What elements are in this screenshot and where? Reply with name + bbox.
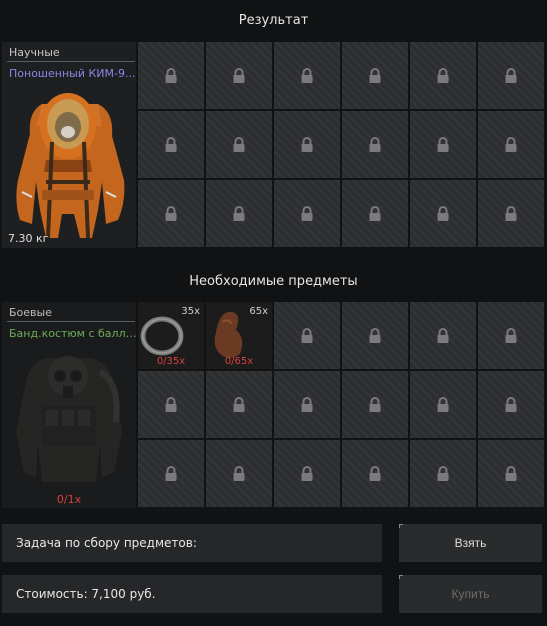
locked-slot [410, 440, 476, 507]
lock-icon [368, 67, 382, 84]
lock-icon [232, 136, 246, 153]
lock-icon [504, 205, 518, 222]
required-component-slot[interactable]: 65x 0/65x [206, 302, 272, 369]
locked-slot [274, 111, 340, 178]
locked-slot [478, 302, 544, 369]
locked-slot [274, 440, 340, 507]
lock-icon [436, 205, 450, 222]
cost-label: Стоимость: 7,100 руб. [16, 587, 156, 601]
locked-slot [206, 111, 272, 178]
component-have-count: 0/35x [156, 356, 186, 367]
lock-icon [368, 396, 382, 413]
lock-icon [300, 136, 314, 153]
locked-slot [138, 42, 204, 109]
lock-icon [164, 67, 178, 84]
lock-icon [368, 465, 382, 482]
required-slot-grid: 35x 0/35x 65x 0/65x [138, 302, 544, 507]
locked-slot [342, 440, 408, 507]
lock-icon [232, 205, 246, 222]
lock-icon [436, 327, 450, 344]
lock-icon [504, 67, 518, 84]
locked-slot [138, 371, 204, 438]
corner-mark [399, 575, 403, 579]
required-item-card[interactable]: Боевые Банд.костюм с балло... 0/1x [2, 302, 136, 508]
lock-icon [232, 396, 246, 413]
lock-icon [436, 136, 450, 153]
cost-bar: Стоимость: 7,100 руб. [2, 575, 382, 613]
lock-icon [164, 205, 178, 222]
lock-icon [300, 465, 314, 482]
lock-icon [300, 327, 314, 344]
locked-slot [274, 302, 340, 369]
locked-slot [206, 371, 272, 438]
result-item-card[interactable]: Научные Поношенный КИМ-9... 7.30 кг [2, 42, 136, 248]
lock-icon [368, 327, 382, 344]
locked-slot [274, 42, 340, 109]
locked-slot [206, 440, 272, 507]
buy-button[interactable]: Купить [399, 575, 542, 613]
lock-icon [300, 396, 314, 413]
locked-slot [410, 180, 476, 247]
lock-icon [436, 465, 450, 482]
locked-slot [342, 180, 408, 247]
locked-slot [342, 42, 408, 109]
locked-slot [478, 440, 544, 507]
lock-icon [436, 396, 450, 413]
lock-icon [504, 136, 518, 153]
locked-slot [138, 180, 204, 247]
lock-icon [232, 465, 246, 482]
locked-slot [274, 371, 340, 438]
lock-icon [368, 205, 382, 222]
result-title: Результат [238, 13, 309, 28]
lock-icon [164, 465, 178, 482]
lock-icon [300, 205, 314, 222]
locked-slot [138, 440, 204, 507]
lock-icon [232, 67, 246, 84]
lock-icon [436, 67, 450, 84]
locked-slot [410, 42, 476, 109]
result-item-weight: 7.30 кг [8, 232, 49, 245]
corner-mark [399, 524, 403, 528]
lock-icon [164, 136, 178, 153]
locked-slot [478, 180, 544, 247]
buy-button-label: Купить [451, 587, 490, 601]
lock-icon [504, 327, 518, 344]
take-button-label: Взять [454, 536, 487, 550]
task-label: Задача по сбору предметов: [16, 536, 197, 550]
required-title: Необходимые предметы [189, 274, 358, 289]
required-component-slot[interactable]: 35x 0/35x [138, 302, 204, 369]
result-slot-grid [138, 42, 544, 247]
locked-slot [342, 371, 408, 438]
locked-slot [478, 42, 544, 109]
lock-icon [300, 67, 314, 84]
locked-slot [410, 111, 476, 178]
locked-slot [410, 302, 476, 369]
locked-slot [478, 371, 544, 438]
required-item-count: 0/1x [56, 493, 82, 506]
component-required-qty: 65x [249, 306, 268, 317]
locked-slot [342, 111, 408, 178]
locked-slot [478, 111, 544, 178]
locked-slot [206, 42, 272, 109]
lock-icon [504, 396, 518, 413]
locked-slot [410, 371, 476, 438]
component-have-count: 0/65x [224, 356, 254, 367]
task-bar: Задача по сбору предметов: [2, 524, 382, 562]
hazmat-suit-icon [16, 93, 125, 239]
component-required-qty: 35x [181, 306, 200, 317]
lock-icon [164, 396, 178, 413]
lock-icon [368, 136, 382, 153]
take-button[interactable]: Взять [399, 524, 542, 562]
locked-slot [138, 111, 204, 178]
locked-slot [274, 180, 340, 247]
combat-suit-icon [16, 356, 122, 482]
locked-slot [206, 180, 272, 247]
locked-slot [342, 302, 408, 369]
lock-icon [504, 465, 518, 482]
